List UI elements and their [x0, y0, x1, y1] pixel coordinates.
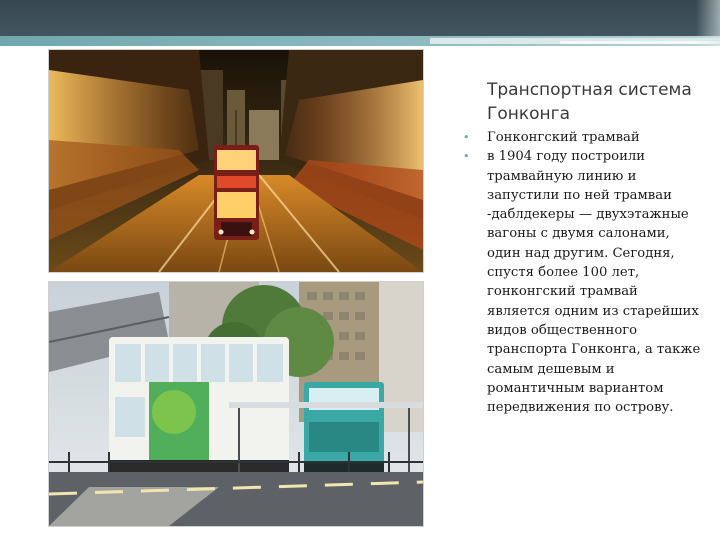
accent-corner-glow [696, 0, 720, 46]
bullet-list: • Гонконгский трамвай • в 1904 году пост… [463, 128, 703, 417]
bullet-item: • в 1904 году построили трамвайную линию… [463, 147, 703, 417]
top-decorative-band [0, 0, 720, 46]
day-tram-photo [48, 281, 424, 527]
night-tram-illustration [49, 50, 423, 272]
bullet-dot-icon: • [463, 150, 470, 164]
bullet-text: в 1904 году построили трамвайную линию и… [487, 149, 701, 416]
night-tram-photo [48, 49, 424, 273]
slide-title: Транспортная система Гонконга [487, 80, 692, 124]
bullet-item: • Гонконгский трамвай [463, 128, 703, 147]
bullet-text: Гонконгский трамвай [487, 130, 640, 145]
day-tram-illustration [49, 282, 423, 526]
bullet-dot-icon: • [463, 131, 470, 144]
